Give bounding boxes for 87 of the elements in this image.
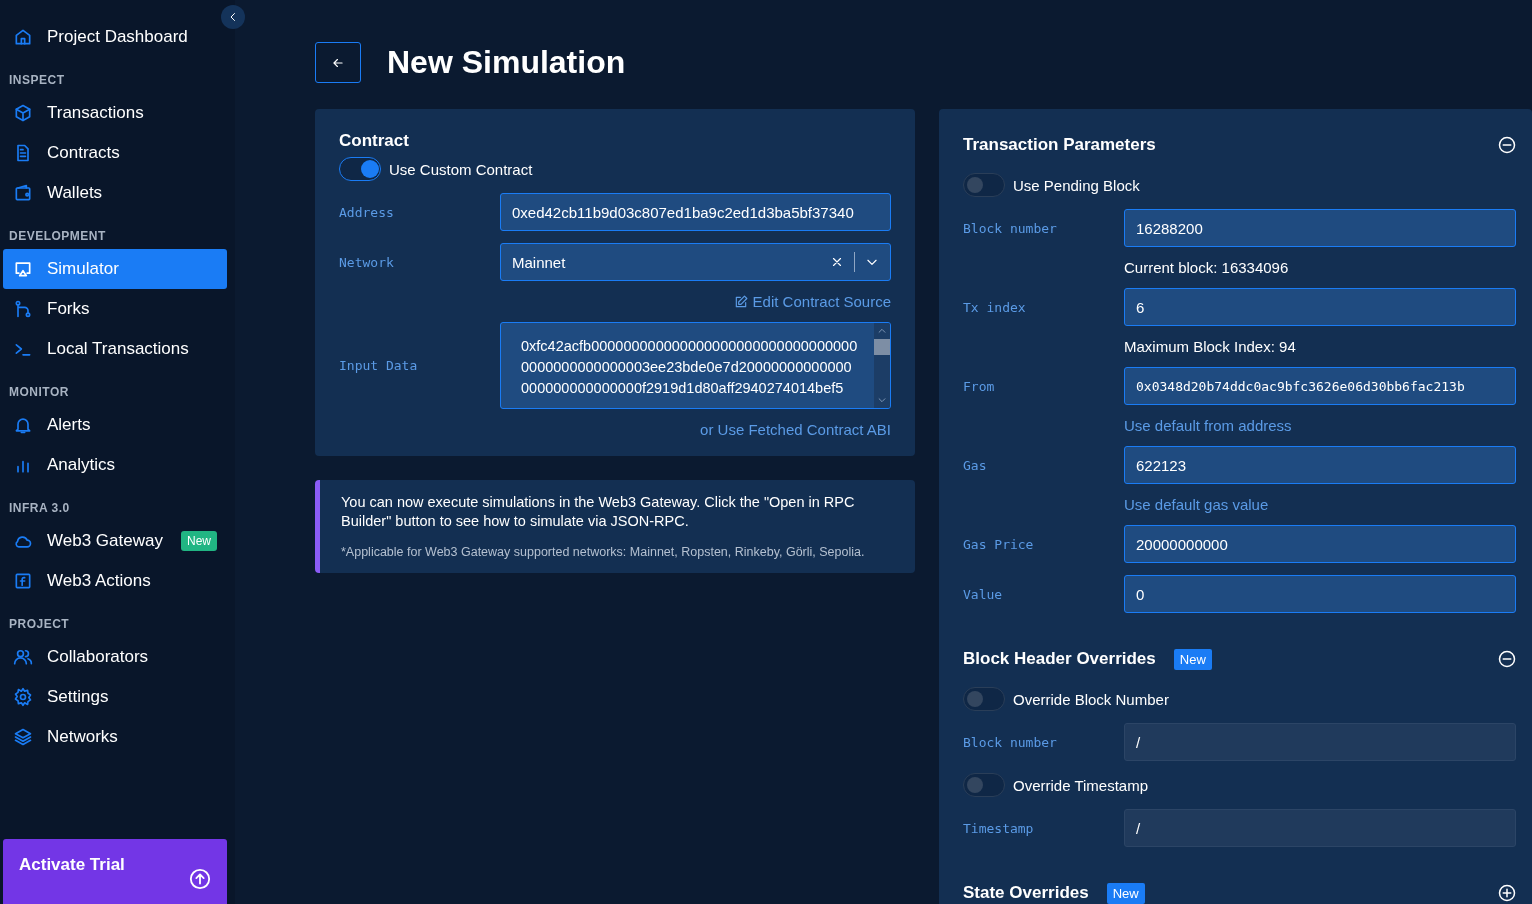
scrollbar-thumb[interactable] — [874, 339, 890, 355]
collapse-icon[interactable] — [1498, 136, 1516, 154]
monitor-icon — [13, 259, 33, 279]
toggle-label: Override Block Number — [1013, 690, 1169, 708]
toggle-switch[interactable] — [963, 687, 1005, 711]
sidebar-item[interactable]: Local Transactions — [3, 329, 227, 369]
cube-icon — [13, 103, 33, 123]
chevron-up-icon — [877, 326, 887, 336]
sidebar-item[interactable]: Project Dashboard — [3, 17, 227, 57]
notice-text: You can now execute simulations in the Web3 Gateway. Click the "Open in RPC Builder" button to see how to simulate via JSON-RPC. — [341, 493, 856, 531]
layers-icon — [13, 727, 33, 747]
section-title: Transaction Parameters — [963, 135, 1156, 155]
edit-source-link[interactable]: Edit Contract Source — [733, 293, 891, 310]
input-field[interactable]: 16288200 — [1124, 209, 1516, 247]
network-select[interactable]: Mainnet — [500, 243, 891, 281]
input-field[interactable]: 0 — [1124, 575, 1516, 613]
input-field[interactable]: 622123 — [1124, 446, 1516, 484]
field-label: Network — [339, 254, 395, 270]
sidebar-item[interactable]: Analytics — [3, 445, 227, 485]
new-badge: New — [1106, 882, 1145, 904]
field-label: Input Data — [339, 358, 419, 373]
sidebar-item[interactable]: Networks — [3, 717, 227, 757]
sidebar-item[interactable]: Wallets — [3, 173, 227, 213]
wallet-icon — [13, 183, 33, 203]
trial-card[interactable]: Activate Trial — [3, 839, 227, 904]
sidebar-item[interactable]: Contracts — [3, 133, 227, 173]
input-data-field[interactable]: 0xfc42acfb000000000000000000000000000000000 0000000000000003ee23bde0e7d20000000000000 000000000000000f2919d1d80aff2940274014bef5 — [500, 322, 891, 409]
arrow-up-circle-icon — [189, 868, 211, 890]
back-button[interactable] — [315, 42, 361, 83]
section-heading: INSPECT — [8, 72, 66, 89]
field-label: Value — [963, 586, 1004, 602]
section-heading: PROJECT — [8, 616, 71, 633]
page-title: New Simulation — [387, 44, 626, 81]
address-field[interactable]: 0xed42cb11b9d03c807ed1ba9c2ed1d3ba5bf37340 — [500, 193, 891, 231]
sidebar-item[interactable]: Web3 Actions — [3, 561, 227, 601]
chevron-down-icon — [877, 395, 887, 405]
panel-title: Contract — [339, 131, 410, 151]
close-icon — [830, 255, 844, 269]
default-link[interactable]: Use default gas value — [1124, 496, 1269, 513]
field-label: Block number — [963, 734, 1058, 750]
footnote-text: *Applicable for Web3 Gateway supported networks: Mainnet, Ropsten, Rinkeby, Görli, Sepolia. — [341, 545, 866, 559]
field-label: Gas — [963, 457, 988, 473]
hint-text: Current block: 16334096 — [1124, 259, 1289, 276]
field-label: Block number — [963, 220, 1058, 236]
sidebar-item[interactable]: Web3 Gateway New — [3, 521, 227, 561]
edit-icon — [733, 294, 748, 309]
input-field[interactable]: 20000000000 — [1124, 525, 1516, 563]
field-label: Timestamp — [963, 820, 1035, 836]
select-value: Mainnet — [512, 253, 566, 271]
sidebar-item[interactable]: Transactions — [3, 93, 227, 133]
toggle-label: Use Pending Block — [1013, 176, 1140, 194]
section-heading: DEVELOPMENT — [8, 228, 107, 245]
toggle-label: Use Custom Contract — [389, 160, 533, 178]
input-field[interactable]: 6 — [1124, 288, 1516, 326]
trial-title: Activate Trial — [19, 855, 125, 875]
toggle-label: Override Timestamp — [1013, 776, 1149, 794]
new-badge: New — [1173, 648, 1212, 670]
sidebar-item[interactable]: Alerts — [3, 405, 227, 445]
input-field[interactable]: 0x0348d20b74ddc0ac9bfc3626e06d30bb6fac213b — [1124, 367, 1516, 405]
sidebar-item[interactable]: Simulator — [3, 249, 227, 289]
sidebar-item[interactable]: Settings — [3, 677, 227, 717]
bell-icon — [13, 415, 33, 435]
scrollbar[interactable] — [874, 323, 890, 408]
toggle-switch[interactable] — [963, 773, 1005, 797]
sidebar-item[interactable]: Collaborators — [3, 637, 227, 677]
users-icon — [13, 647, 33, 667]
abi-link[interactable]: or Use Fetched Contract ABI — [700, 421, 891, 438]
home-icon — [13, 27, 33, 47]
field-label: From — [963, 378, 996, 394]
hint-text: Maximum Block Index: 94 — [1124, 338, 1296, 355]
sidebar-item[interactable]: Forks — [3, 289, 227, 329]
section-title: State Overrides — [963, 883, 1089, 903]
section-heading: MONITOR — [8, 384, 70, 401]
settings-icon — [13, 687, 33, 707]
field-label: Address — [339, 204, 395, 220]
field-label: Tx index — [963, 299, 1027, 315]
collapse-icon[interactable] — [1498, 650, 1516, 668]
toggle-switch[interactable] — [963, 173, 1005, 197]
function-icon — [13, 571, 33, 591]
section-heading: INFRA 3.0 — [8, 500, 71, 517]
fork-icon — [13, 299, 33, 319]
section-title: Block Header Overrides — [963, 649, 1156, 669]
field-label: Gas Price — [963, 536, 1035, 552]
toggle-switch[interactable] — [339, 157, 381, 181]
default-link[interactable]: Use default from address — [1124, 417, 1292, 434]
expand-icon[interactable] — [1498, 884, 1516, 902]
new-badge: New — [181, 531, 217, 551]
